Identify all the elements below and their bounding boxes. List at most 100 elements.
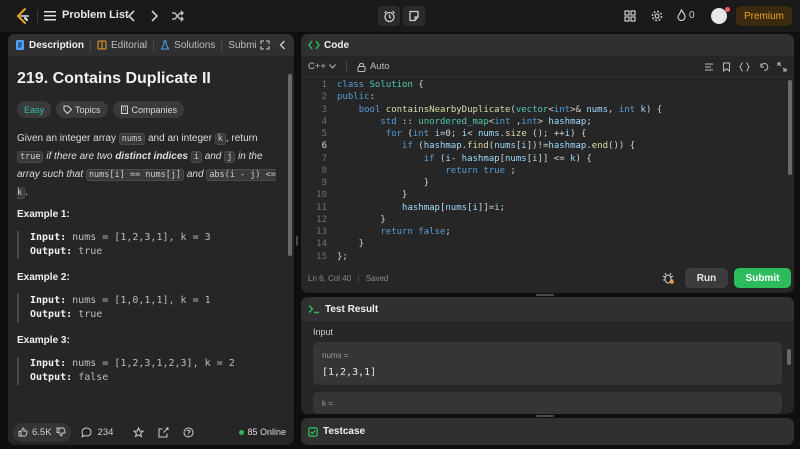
line-number: 8 xyxy=(321,165,327,176)
leetcode-logo-icon[interactable] xyxy=(14,7,31,25)
fullscreen-icon[interactable] xyxy=(777,62,787,72)
tab-description[interactable]: Description xyxy=(15,34,90,56)
tab-submissions[interactable]: Submi xyxy=(228,34,262,56)
testcase-header[interactable]: Testcase xyxy=(301,418,794,445)
thumbs-up-icon[interactable] xyxy=(18,427,28,437)
reset-icon[interactable] xyxy=(759,62,769,72)
share-icon[interactable] xyxy=(158,427,169,438)
example-output: true xyxy=(78,309,103,320)
horizontal-resize-handle[interactable] xyxy=(536,294,554,296)
editor-status: Ln 6, Col 40 | Saved xyxy=(308,274,388,283)
example-input-label: Input: xyxy=(30,295,67,306)
expand-icon[interactable] xyxy=(260,40,270,50)
bookmark-icon[interactable] xyxy=(722,62,731,72)
language-select[interactable]: C++ xyxy=(308,61,336,72)
likes-count: 6.5K xyxy=(32,426,52,438)
horizontal-resize-handle[interactable] xyxy=(536,415,554,417)
companies-button[interactable]: Companies xyxy=(112,101,185,118)
alarm-clock-icon xyxy=(383,10,395,22)
timer-button[interactable] xyxy=(378,6,400,26)
code-editor[interactable]: 1 class Solution {2 public: 3 bool contains… xyxy=(301,78,794,278)
notification-dot xyxy=(725,7,730,12)
test-scrollbar[interactable] xyxy=(787,349,791,365)
shuffle-icon[interactable] xyxy=(171,10,184,22)
input-var-box: k = xyxy=(313,392,782,414)
next-problem-icon[interactable] xyxy=(150,10,158,22)
example-input: nums = [1,2,3,1], k = 3 xyxy=(72,232,211,243)
tab-code-label: Code xyxy=(324,39,349,51)
note-icon xyxy=(409,10,419,22)
test-result-header[interactable]: Test Result xyxy=(301,297,794,321)
desc-text: and xyxy=(204,151,222,162)
settings-gear-icon[interactable] xyxy=(651,10,663,22)
line-number: 13 xyxy=(316,227,327,237)
flame-icon xyxy=(677,9,686,21)
flask-icon xyxy=(160,40,170,50)
debug-bug-icon[interactable] xyxy=(662,272,674,284)
star-icon[interactable] xyxy=(133,426,145,438)
line-number: 12 xyxy=(316,214,327,225)
notes-button[interactable] xyxy=(403,6,425,26)
description-tabs: Description Editorial Solutions Submi xyxy=(8,34,294,56)
difficulty-badge: Easy xyxy=(17,101,52,118)
submit-button[interactable]: Submit xyxy=(734,268,791,288)
online-dot xyxy=(239,429,245,435)
example-block: Input: nums = [1,2,3,1], k = 3 Output: t… xyxy=(17,231,285,259)
var-name: k = xyxy=(322,399,333,408)
editor-scrollbar[interactable] xyxy=(788,80,792,175)
layout-grid-icon[interactable] xyxy=(624,10,636,22)
tag-icon xyxy=(63,105,73,114)
premium-button[interactable]: Premium xyxy=(736,6,792,26)
prev-problem-icon[interactable] xyxy=(128,10,136,22)
problem-list-button[interactable]: Problem List xyxy=(44,9,129,21)
checkbox-icon xyxy=(308,426,318,437)
code-text: bool containsNearbyDuplicate(vector<int>… xyxy=(358,104,663,115)
tab-code[interactable]: Code xyxy=(308,34,355,56)
code-panel: Code C++ Auto 1 class Solution {2 public: 3… xyxy=(301,34,794,293)
streak-counter[interactable]: 0 xyxy=(677,9,695,21)
code-text: } xyxy=(337,239,365,250)
vertical-resize-handle[interactable] xyxy=(296,236,298,246)
auto-mode-button[interactable]: Auto xyxy=(357,61,390,72)
code-tabs: Code xyxy=(301,34,794,56)
companies-label: Companies xyxy=(131,104,178,115)
example-title: Example 3: xyxy=(17,335,70,346)
line-number: 11 xyxy=(316,202,327,213)
problem-description: Given an integer array nums and an integ… xyxy=(17,130,285,202)
testcase-panel: Testcase xyxy=(301,418,794,445)
top-bar: Problem List 0 Premium xyxy=(0,0,800,32)
example-block: Input: nums = [1,0,1,1], k = 1 Output: t… xyxy=(17,294,285,322)
tab-solutions[interactable]: Solutions xyxy=(160,34,221,56)
example-input: nums = [1,0,1,1], k = 1 xyxy=(72,295,211,306)
inline-code: true xyxy=(17,151,44,163)
code-text: if (hashmap.find(nums[i])!=hashmap.end()… xyxy=(402,141,636,152)
format-icon[interactable] xyxy=(704,62,714,72)
building-icon xyxy=(120,105,128,114)
code-text: std :: unordered_map<int ,int> hashmap; xyxy=(380,116,592,127)
topics-button[interactable]: Topics xyxy=(56,101,108,118)
collapse-chevron-icon[interactable] xyxy=(279,40,286,50)
curly-braces-icon[interactable] xyxy=(739,62,750,72)
problem-tags: Easy Topics Companies xyxy=(17,101,185,118)
desc-text: and an integer xyxy=(148,133,212,144)
online-count: 85 Online xyxy=(247,427,286,437)
thumbs-down-icon[interactable] xyxy=(56,427,66,437)
input-label: Input xyxy=(313,327,334,337)
line-number: 6 xyxy=(321,141,327,152)
example-block: Input: nums = [1,2,3,1,2,3], k = 2 Outpu… xyxy=(17,357,285,385)
desc-text: Given an integer array xyxy=(17,133,116,144)
help-icon[interactable] xyxy=(183,427,194,438)
code-text: for (int i=0; i< nums.size (); ++i) { xyxy=(385,129,587,139)
tab-editorial-label: Editorial xyxy=(111,39,148,51)
tab-solutions-label: Solutions xyxy=(174,39,216,51)
var-name: nums = xyxy=(322,351,349,360)
tab-editorial[interactable]: Editorial xyxy=(97,34,153,56)
comment-icon[interactable] xyxy=(80,426,92,438)
example-output-label: Output: xyxy=(30,372,73,383)
example-title: Example 2: xyxy=(17,272,70,283)
run-button[interactable]: Run xyxy=(685,268,728,288)
line-number: 3 xyxy=(321,104,327,115)
status-separator: | xyxy=(357,274,360,283)
line-number: 14 xyxy=(316,239,327,250)
description-scrollbar[interactable] xyxy=(288,74,292,256)
